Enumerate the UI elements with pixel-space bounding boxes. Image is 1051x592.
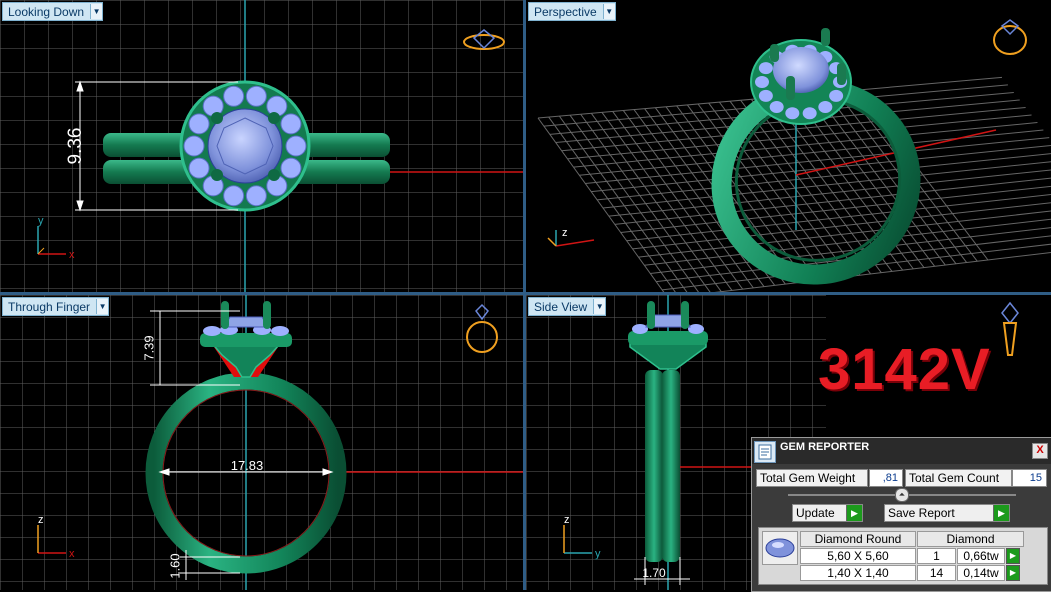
- band-back: [662, 370, 680, 562]
- update-button-label: Update: [796, 506, 835, 520]
- chevron-down-icon[interactable]: ▼: [593, 299, 606, 314]
- halo-stone: [785, 107, 800, 120]
- svg-text:y: y: [38, 215, 44, 227]
- center-stone: [223, 316, 269, 328]
- table-cell-size: 1,40 X 1,40: [800, 565, 916, 581]
- gem-reporter-panel[interactable]: GEM REPORTER X Total Gem Weight ,81 Tota…: [751, 437, 1051, 592]
- table-cell-weight: 0,14tw: [957, 565, 1005, 581]
- dimension-width-label: 17.83: [231, 458, 264, 473]
- viewport-title: Perspective: [534, 4, 597, 19]
- halo-stone: [188, 113, 210, 135]
- prong: [263, 301, 271, 329]
- halo-stone: [223, 85, 245, 107]
- total-gem-count-value: 15: [1012, 469, 1047, 487]
- halo-stone: [829, 89, 844, 102]
- halo-stone: [755, 76, 769, 88]
- halo-stone: [758, 89, 773, 102]
- svg-text:z: z: [562, 227, 568, 239]
- save-report-button[interactable]: Save Report ▶: [884, 504, 1010, 522]
- viewport-title: Through Finger: [8, 299, 91, 314]
- axis-triad: z: [547, 227, 595, 247]
- prong: [681, 301, 689, 329]
- row-action-button[interactable]: ▶: [1006, 548, 1020, 564]
- svg-text:z: z: [564, 514, 570, 526]
- halo-stone: [818, 101, 833, 114]
- band-front: [645, 370, 663, 562]
- table-cell-count: 14: [917, 565, 956, 581]
- halo-stone: [280, 113, 302, 135]
- halo-stone: [245, 185, 267, 207]
- chevron-down-icon[interactable]: ▼: [96, 299, 109, 314]
- svg-text:x: x: [69, 548, 75, 560]
- prong: [268, 112, 280, 124]
- gem-reporter-title: GEM REPORTER: [780, 441, 870, 453]
- viewport-splitter-vertical[interactable]: [523, 0, 526, 590]
- halo-stone: [223, 185, 245, 207]
- close-icon[interactable]: X: [1032, 443, 1048, 459]
- total-gem-weight-label: Total Gem Weight: [756, 469, 868, 487]
- viewport-through-finger[interactable]: 7.39 17.83 1.60 x z Through Finger ▼: [0, 295, 523, 590]
- prong: [221, 301, 229, 329]
- viewport-title: Side View: [534, 299, 588, 314]
- svg-text:z: z: [38, 514, 44, 526]
- through-finger-scene[interactable]: 7.39 17.83 1.60 x z: [0, 295, 523, 590]
- svg-text:y: y: [595, 548, 601, 560]
- viewport-looking-down[interactable]: 9.36 x y Looking Down ▼: [0, 0, 523, 292]
- halo-stone: [280, 157, 302, 179]
- halo-stone: [758, 62, 773, 75]
- dimension-height-label: 7.39: [141, 335, 156, 360]
- center-stone: [773, 47, 829, 93]
- perspective-scene[interactable]: z: [526, 0, 1051, 292]
- viewport-splitter-horizontal[interactable]: [0, 292, 1051, 295]
- halo-stone: [245, 85, 267, 107]
- halo-stone: [285, 135, 307, 157]
- svg-text:x: x: [69, 249, 75, 261]
- table-cell-weight: 0,66tw: [957, 548, 1005, 564]
- diamond-round-icon: [762, 531, 798, 565]
- halo-stone: [183, 135, 205, 157]
- viewport-menu-through-finger[interactable]: Through Finger ▼: [2, 297, 110, 316]
- total-gem-weight-value: ,81: [869, 469, 903, 487]
- halo-stone: [802, 107, 817, 120]
- table-cell-count: 1: [917, 548, 956, 564]
- prong: [211, 112, 223, 124]
- gem-table: Diamond Round Diamond 5,60 X 5,60 1 0,66…: [758, 527, 1048, 585]
- table-header: Diamond Round: [800, 531, 916, 547]
- viewport-menu-looking-down[interactable]: Looking Down ▼: [2, 2, 104, 21]
- dimension-shank-label: 1.60: [167, 553, 182, 578]
- total-gem-count-label: Total Gem Count: [905, 469, 1012, 487]
- prong: [211, 169, 223, 181]
- update-button[interactable]: Update ▶: [792, 504, 863, 522]
- viewport-perspective[interactable]: z Perspective ▼: [526, 0, 1051, 292]
- play-icon: ▶: [846, 505, 862, 521]
- chevron-down-icon[interactable]: ▼: [602, 4, 615, 19]
- dimension-width-label: 1.70: [642, 566, 666, 580]
- gem-reporter-titlebar[interactable]: GEM REPORTER X: [752, 438, 1051, 464]
- play-icon: ▶: [993, 505, 1009, 521]
- table-header: Diamond: [917, 531, 1024, 547]
- table-cell-size: 5,60 X 5,60: [800, 548, 916, 564]
- viewport-menu-perspective[interactable]: Perspective ▼: [528, 2, 616, 21]
- dimension-label: 9.36: [65, 128, 86, 165]
- view-cube-icon[interactable]: [993, 19, 1027, 55]
- chevron-down-icon[interactable]: ▼: [90, 4, 103, 19]
- part-number: 3142V: [818, 337, 991, 402]
- viewport-title: Looking Down: [8, 4, 85, 19]
- looking-down-scene[interactable]: 9.36 x y: [0, 0, 523, 292]
- row-action-button[interactable]: ▶: [1006, 565, 1020, 581]
- slider-handle[interactable]: ⏶: [895, 488, 909, 502]
- prong: [268, 169, 280, 181]
- save-report-button-label: Save Report: [888, 506, 955, 520]
- report-icon: [754, 441, 776, 463]
- view-cube-icon[interactable]: [1001, 301, 1019, 356]
- halo-stone: [769, 101, 784, 114]
- prong: [647, 301, 655, 329]
- viewport-menu-side-view[interactable]: Side View ▼: [528, 297, 607, 316]
- halo-stone: [188, 157, 210, 179]
